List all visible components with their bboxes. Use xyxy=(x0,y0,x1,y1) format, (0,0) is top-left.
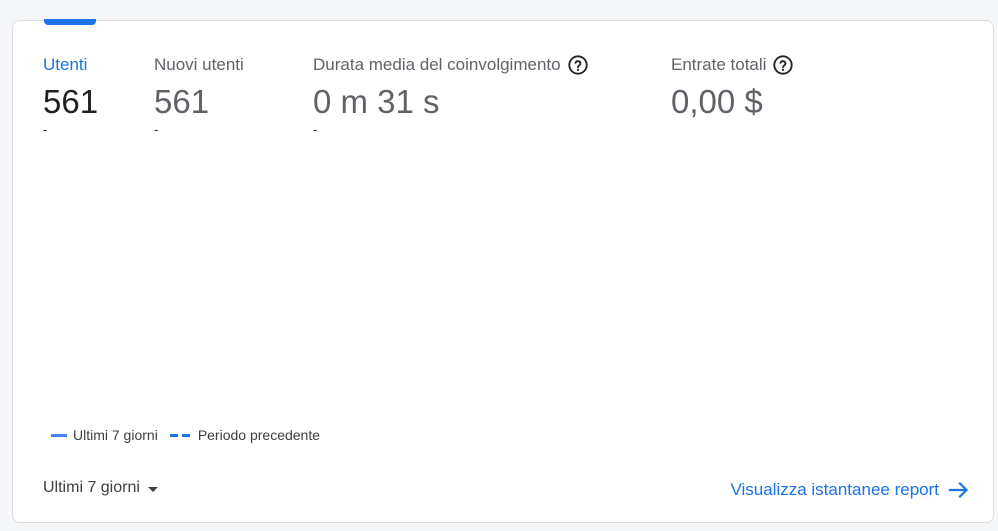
help-circle-icon[interactable] xyxy=(772,54,794,76)
metric-entrate-totali[interactable]: Entrate totali 0,00 $ xyxy=(671,54,794,122)
legend-label: Ultimi 7 giorni xyxy=(73,427,158,443)
legend-item-previous[interactable]: Periodo precedente xyxy=(169,427,321,443)
view-report-label: Visualizza istantanee report xyxy=(730,480,939,499)
metric-delta: - xyxy=(43,122,48,137)
metric-value: 561 xyxy=(43,83,99,120)
legend-item-current[interactable]: Ultimi 7 giorni xyxy=(51,427,158,443)
help-circle-icon[interactable] xyxy=(567,54,589,76)
metric-nuovi-utenti[interactable]: Nuovi utenti 561 - xyxy=(154,54,244,138)
metric-value: 0,00 $ xyxy=(671,83,763,120)
view-report-link[interactable]: Visualizza istantanee report xyxy=(730,478,971,502)
chart-legend: Ultimi 7 giorni Periodo precedente xyxy=(51,427,332,443)
metric-label: Utenti xyxy=(43,55,88,74)
active-tab-indicator xyxy=(44,19,96,25)
dashed-line-swatch xyxy=(169,433,190,437)
metric-label: Durata media del coinvolgimento xyxy=(313,55,561,74)
metric-delta: - xyxy=(313,122,318,137)
date-range-label: Ultimi 7 giorni xyxy=(43,479,140,496)
overview-card: Utenti 561 - Nuovi utenti 561 - Durata m… xyxy=(12,19,994,523)
arrow-right-icon xyxy=(948,481,969,499)
metric-label: Nuovi utenti xyxy=(154,55,244,74)
metric-label: Entrate totali xyxy=(671,55,767,74)
metric-durata-media[interactable]: Durata media del coinvolgimento 0 m 31 s… xyxy=(313,54,589,138)
metric-delta: - xyxy=(154,122,159,137)
legend-label: Periodo precedente xyxy=(197,427,321,443)
caret-down-icon xyxy=(147,486,158,492)
solid-line-swatch xyxy=(51,433,67,437)
date-range-dropdown[interactable]: Ultimi 7 giorni xyxy=(43,479,158,497)
metric-value: 561 xyxy=(154,83,210,120)
metric-utenti[interactable]: Utenti 561 - xyxy=(43,54,98,138)
metric-value: 0 m 31 s xyxy=(313,83,440,120)
